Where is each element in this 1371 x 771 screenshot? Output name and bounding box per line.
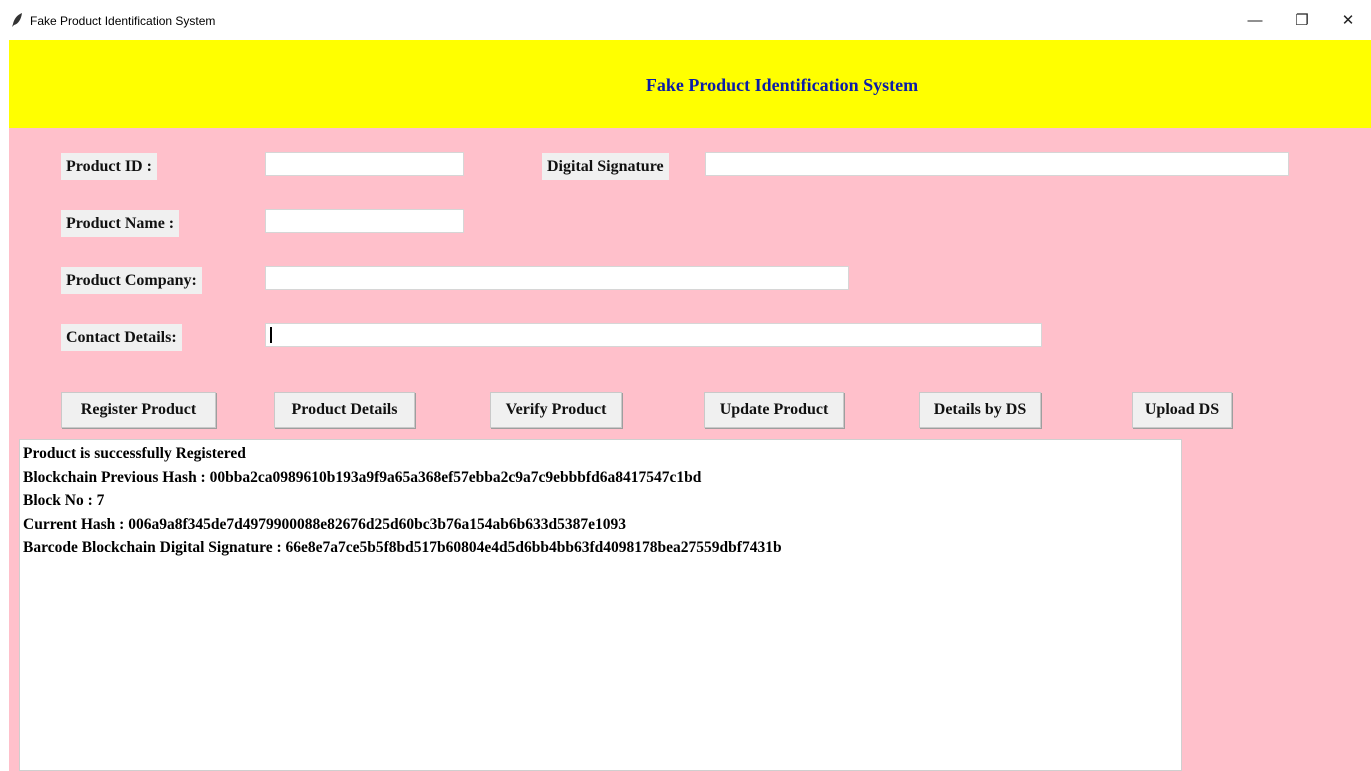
product-details-button[interactable]: Product Details <box>274 392 415 428</box>
output-line: Product is successfully Registered <box>23 445 246 462</box>
header-banner: Fake Product Identification System <box>9 40 1371 128</box>
update-product-button[interactable]: Update Product <box>704 392 844 428</box>
app-window: Fake Product Identification System Produ… <box>9 40 1371 771</box>
output-line: Blockchain Previous Hash : 00bba2ca09896… <box>23 468 702 486</box>
digital-signature-label: Digital Signature <box>542 153 669 180</box>
output-textarea[interactable]: Product is successfully Registered Block… <box>19 439 1182 771</box>
text-cursor <box>270 327 272 343</box>
details-by-ds-button[interactable]: Details by DS <box>919 392 1041 428</box>
contact-details-field[interactable] <box>265 323 1042 347</box>
product-name-label: Product Name : <box>61 210 180 237</box>
output-line: Block No : 7 <box>23 492 105 509</box>
verify-product-button[interactable]: Verify Product <box>490 392 622 428</box>
close-button[interactable]: ✕ <box>1333 8 1363 34</box>
product-company-label: Product Company: <box>61 267 202 294</box>
register-product-button[interactable]: Register Product <box>61 392 216 428</box>
upload-ds-button[interactable]: Upload DS <box>1132 392 1232 428</box>
minimize-button[interactable]: — <box>1240 8 1270 34</box>
digital-signature-input[interactable] <box>705 152 1289 176</box>
window-title: Fake Product Identification System <box>30 14 216 28</box>
output-line: Current Hash : 006a9a8f345de7d4979900088… <box>23 515 626 533</box>
restore-button[interactable]: ❐ <box>1287 8 1317 34</box>
title-bar: Fake Product Identification System — ❐ ✕ <box>0 0 1371 40</box>
product-name-input[interactable] <box>265 209 464 233</box>
product-company-input[interactable] <box>265 266 849 290</box>
contact-details-input[interactable] <box>265 323 1042 347</box>
page-title: Fake Product Identification System <box>645 75 919 95</box>
output-line: Barcode Blockchain Digital Signature : 6… <box>23 539 782 556</box>
product-id-label: Product ID : <box>61 153 157 180</box>
feather-icon <box>12 13 22 27</box>
product-id-input[interactable] <box>265 152 464 176</box>
contact-details-label: Contact Details: <box>61 324 182 351</box>
